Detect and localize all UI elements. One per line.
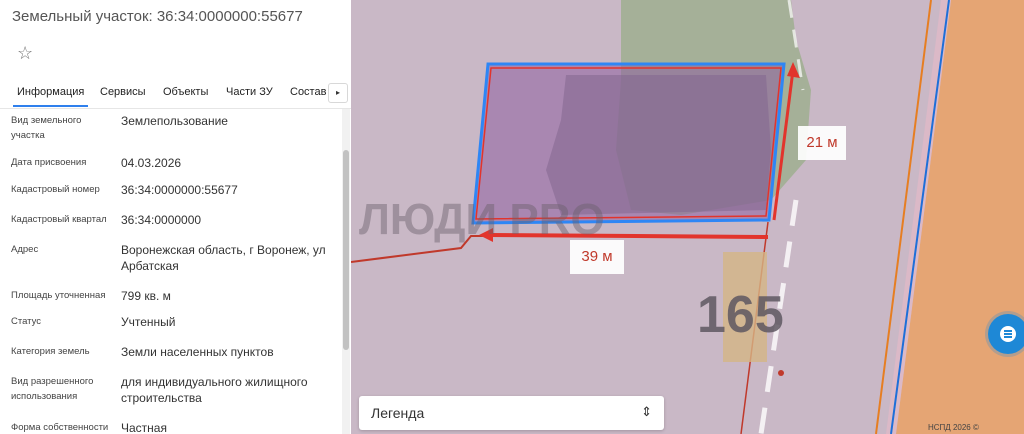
property-value: Воронежская область, г Воронеж, ул Арбат… (121, 243, 326, 273)
house-number: 165 (697, 286, 784, 344)
property-label: Адрес (11, 244, 39, 255)
chat-icon (1000, 326, 1016, 342)
scrollbar-thumb[interactable] (343, 150, 349, 350)
dimension-label-width: 21 м (798, 126, 846, 160)
properties-list: Вид земельного участка Землепользование … (0, 109, 342, 434)
property-label: Кадастровый номер (11, 184, 100, 195)
property-value: Земли населенных пунктов (121, 345, 274, 359)
property-value: 04.03.2026 (121, 156, 182, 170)
property-value: 36:34:0000000:55677 (121, 183, 238, 197)
chat-button[interactable] (988, 314, 1024, 354)
legend-select[interactable]: Легенда ⇕ (359, 396, 664, 430)
tab-composition[interactable]: Состав (290, 86, 326, 98)
property-label: Кадастровый квартал (11, 214, 107, 225)
tab-objects[interactable]: Объекты (163, 86, 208, 98)
tab-info[interactable]: Информация (12, 86, 89, 107)
property-label: Категория земель (11, 346, 90, 357)
map-canvas[interactable]: ЛЮДИ PRO 165 (351, 0, 1024, 434)
property-value: Учтенный (121, 315, 176, 329)
property-value: Землепользование (121, 114, 228, 128)
property-label: Вид разрешенного использования (11, 376, 94, 402)
map-credit: НСПД 2026 © (928, 423, 979, 432)
dimension-label-length: 39 м (570, 240, 624, 274)
map-view[interactable]: ЛЮДИ PRO 165 21 м 39 м Легенда ⇕ НСПД 20… (351, 0, 1024, 434)
tab-bar: Информация Сервисы Объекты Части ЗУ Сост… (0, 80, 351, 108)
property-value: Частная (121, 421, 167, 434)
property-value: 36:34:0000000 (121, 213, 202, 227)
property-value: 799 кв. м (121, 289, 171, 303)
property-label: Статус (11, 316, 42, 327)
watermark: ЛЮДИ PRO (359, 195, 605, 244)
info-panel: Земельный участок: 36:34:0000000:55677 ☆… (0, 0, 351, 434)
property-label: Форма собственности (11, 422, 109, 433)
point-marker (778, 370, 784, 376)
property-label: Вид земельного участка (11, 115, 82, 141)
tab-scroll-right-icon[interactable]: ▸ (328, 83, 348, 103)
tab-services[interactable]: Сервисы (100, 86, 146, 98)
chevron-updown-icon: ⇕ (641, 404, 652, 419)
panel-title: Земельный участок: 36:34:0000000:55677 (12, 8, 303, 25)
star-icon[interactable]: ☆ (17, 44, 35, 62)
property-label: Площадь уточненная (11, 290, 106, 301)
property-value: для индивидуального жилищного строительс… (121, 375, 308, 405)
tab-parts[interactable]: Части ЗУ (226, 86, 273, 98)
legend-label: Легенда (371, 405, 425, 421)
property-label: Дата присвоения (11, 157, 87, 168)
